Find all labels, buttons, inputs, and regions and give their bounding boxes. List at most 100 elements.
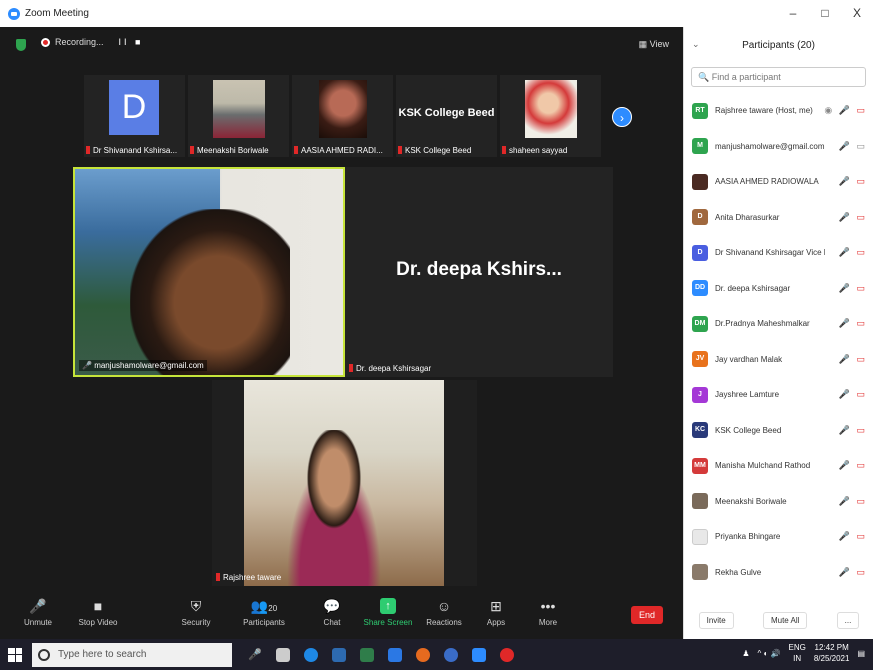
minimize-button[interactable]: – — [777, 0, 809, 27]
mail-icon[interactable] — [388, 647, 402, 662]
participant-row[interactable]: MM Manisha Mulchand Rathod 🎤 ▭ — [684, 448, 873, 484]
close-button[interactable]: X — [841, 0, 873, 27]
cortana-icon — [38, 648, 50, 661]
more-button[interactable]: ••• More — [518, 598, 578, 627]
participant-name: Rajshree taware (Host, me) — [715, 106, 813, 116]
people-icon[interactable]: ♟ — [742, 649, 749, 658]
file-explorer-icon[interactable] — [360, 647, 374, 662]
participant-display-name: KSK College Beed — [398, 107, 495, 119]
maximize-button[interactable]: □ — [809, 0, 841, 27]
video-tile-rajshree[interactable]: Rajshree taware — [212, 380, 477, 586]
language-indicator[interactable]: ENG IN — [789, 642, 806, 664]
participant-row[interactable]: KC KSK College Beed 🎤 ▭ — [684, 413, 873, 449]
share-screen-button[interactable]: ↑ Share Screen — [358, 598, 418, 627]
recording-indicator: Recording... II ■ — [41, 37, 143, 47]
participant-row[interactable]: JV Jay vardhan Malak 🎤 ▭ — [684, 342, 873, 378]
lang-top: ENG — [788, 643, 806, 652]
control-label: Unmute — [23, 618, 52, 627]
participant-row[interactable]: DM Dr.Pradnya Maheshmalkar 🎤 ▭ — [684, 306, 873, 342]
participants-button[interactable]: 👥20 Participants — [234, 598, 294, 627]
mute-all-button[interactable]: Mute All — [762, 612, 808, 629]
store-icon[interactable] — [332, 647, 346, 662]
edge-icon[interactable] — [304, 647, 318, 662]
avatar: MM — [692, 457, 708, 474]
taskbar-search-input[interactable]: Type here to search — [32, 642, 232, 667]
unmute-button[interactable]: 🎤 Unmute — [8, 598, 68, 627]
avatar: RT — [692, 102, 708, 119]
participant-name: Dr.Pradnya Maheshmalkar — [715, 319, 810, 329]
active-speaker-video[interactable]: 🎤 manjushamolware@gmail.com — [73, 167, 345, 377]
microphone-icon[interactable]: 🎤 — [248, 648, 262, 662]
avatar — [692, 493, 708, 510]
strip-tile[interactable]: KSK College Beed KSK College Beed — [396, 75, 497, 157]
participant-row[interactable]: Mmanjushamolware@gmail.com 🎤 ▭ — [684, 129, 873, 165]
participants-glyph: 👥 — [250, 598, 269, 614]
participant-label: AASIA AHMED RADI... — [294, 146, 383, 155]
end-meeting-button[interactable]: End — [631, 606, 663, 624]
share-screen-icon: ↑ — [380, 598, 396, 614]
security-button[interactable]: ⛨ Security — [166, 598, 226, 627]
strip-tile[interactable]: AASIA AHMED RADI... — [292, 75, 393, 157]
clock[interactable]: 12:42 PM 8/25/2021 — [814, 642, 850, 664]
windows-start-icon[interactable] — [8, 647, 22, 662]
participants-count: 20 — [268, 604, 278, 613]
participant-name: Dr. deepa Kshirsagar — [715, 283, 791, 293]
participant-label: Dr Shivanand Kshirsa... — [86, 146, 177, 155]
participant-row[interactable]: Priyanka Bhingare 🎤 ▭ — [684, 519, 873, 555]
apps-button[interactable]: ⊞ Apps — [466, 598, 526, 627]
participant-row[interactable]: J Jayshree Lamture 🎤 ▭ — [684, 377, 873, 413]
clock-time: 12:42 PM — [814, 643, 849, 652]
participant-row[interactable]: Rekha Gulve 🎤 ▭ — [684, 555, 873, 591]
panel-header: ⌄ Participants (20) — [684, 27, 873, 63]
security-shield-icon[interactable] — [16, 39, 26, 51]
clock-date: 8/25/2021 — [813, 654, 850, 663]
avatar: M — [692, 138, 708, 155]
participant-name: Jay vardhan Malak — [715, 354, 783, 364]
invite-button[interactable]: Invite — [698, 612, 734, 629]
avatar: D — [692, 244, 708, 261]
control-label: More — [538, 618, 558, 627]
next-page-arrow-icon[interactable]: › — [612, 107, 632, 127]
tray-icons[interactable]: ^ ◐ 🔊 — [758, 649, 781, 658]
shield-icon: ⛨ — [190, 598, 202, 614]
strip-tile[interactable]: shaheen sayyad — [500, 75, 601, 157]
participant-row[interactable]: Meenakshi Boriwale 🎤 ▭ — [684, 484, 873, 520]
participant-video — [525, 80, 577, 138]
control-label: Share Screen — [363, 618, 413, 627]
zoom-taskbar-icon[interactable] — [472, 647, 486, 662]
more-icon: ••• — [540, 598, 556, 614]
chrome-icon[interactable] — [444, 647, 458, 662]
more-options-button[interactable]: ... — [836, 612, 860, 629]
task-view-icon[interactable] — [276, 647, 290, 662]
reactions-icon: ☺ — [436, 598, 452, 614]
reactions-button[interactable]: ☺ Reactions — [414, 598, 474, 627]
strip-tile[interactable]: D Dr Shivanand Kshirsa... — [84, 75, 185, 157]
recording-label: Recording... — [55, 37, 104, 47]
control-label: Reactions — [426, 618, 462, 627]
participant-row[interactable]: DD Dr. deepa Kshirsagar 🎤 ▭ — [684, 271, 873, 307]
view-button[interactable]: ▦ View — [639, 39, 669, 50]
control-label: Security — [181, 618, 211, 627]
video-tile-deepa[interactable]: Dr. deepa Kshirs... Dr. deepa Kshirsagar — [345, 167, 613, 377]
video-strip: D Dr Shivanand Kshirsa... Meenakshi Bori… — [84, 75, 604, 157]
avatar: DD — [692, 280, 708, 297]
chat-button[interactable]: 💬 Chat — [302, 598, 362, 627]
participant-row[interactable]: AASIA AHMED RADIOWALA 🎤 ▭ — [684, 164, 873, 200]
panel-footer: Invite Mute All ... — [684, 612, 873, 629]
participant-label: KSK College Beed — [398, 146, 471, 155]
notification-icon[interactable]: ▤ — [857, 649, 865, 658]
participant-row[interactable]: D Dr Shivanand Kshirsagar Vice P... 🎤 ▭ — [684, 235, 873, 271]
firefox-icon[interactable] — [416, 647, 430, 662]
participant-row[interactable]: RT Rajshree taware (Host, me) ◉ 🎤 ▭ — [684, 93, 873, 129]
participant-search-input[interactable]: 🔍 Find a participant — [691, 67, 866, 87]
participant-figure — [274, 430, 394, 586]
stop-video-button[interactable]: ■ Stop Video — [68, 598, 128, 627]
participant-label: Dr. deepa Kshirsagar — [349, 364, 431, 373]
recording-pause-stop-buttons[interactable]: II ■ — [119, 37, 144, 47]
strip-tile[interactable]: Meenakshi Boriwale — [188, 75, 289, 157]
system-tray: ♟ ^ ◐ 🔊 ENG IN 12:42 PM 8/25/2021 ▤ — [742, 642, 865, 664]
app-icon[interactable] — [500, 647, 514, 662]
chevron-down-icon[interactable]: ⌄ — [692, 39, 700, 50]
participant-label-text: manjushamolware@gmail.com — [94, 361, 204, 370]
participant-row[interactable]: D Anita Dharasurkar 🎤 ▭ — [684, 200, 873, 236]
